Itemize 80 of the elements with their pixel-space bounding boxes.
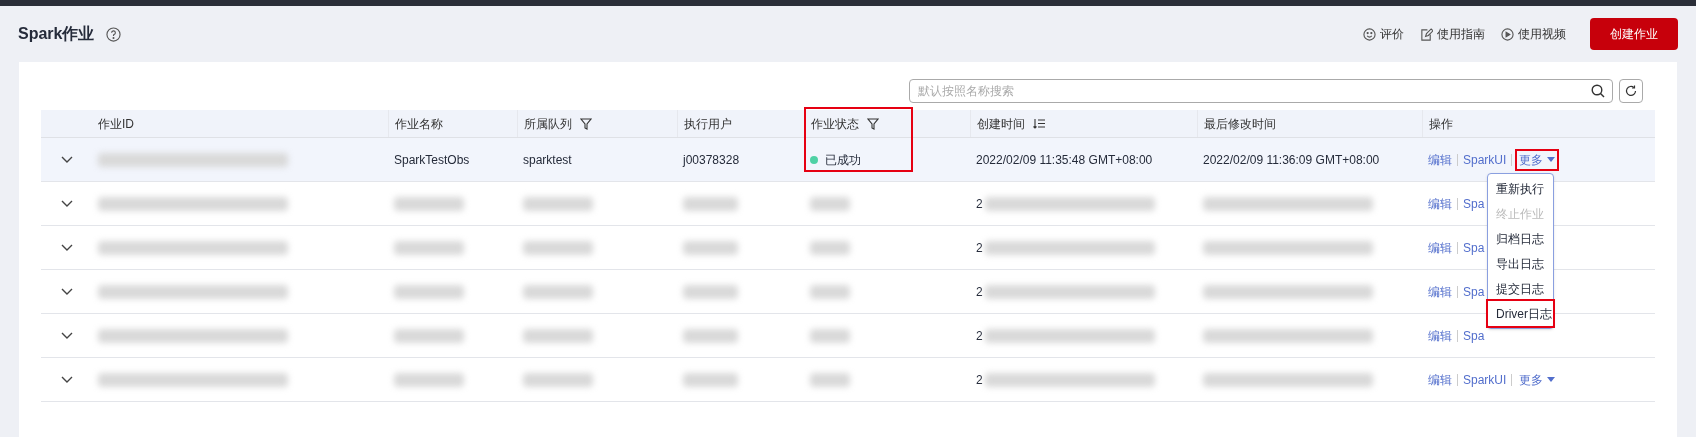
play-icon [1501,27,1514,41]
help-icon[interactable] [106,26,122,42]
table-cell-text: 2 [976,283,983,301]
blurred-text [810,372,850,387]
chevron-down-icon[interactable] [60,243,73,252]
blurred-text [523,328,593,343]
action-link[interactable]: SparkUI [1463,150,1507,169]
table-cell-text: 2 [976,195,983,213]
blurred-text [523,196,593,211]
caret-icon [1547,157,1556,162]
column-header: 作业ID [98,115,134,133]
filter-icon[interactable] [867,117,879,130]
blurred-text [810,196,850,211]
action-link[interactable]: Spa [1463,326,1485,345]
document-edit-icon [1420,27,1433,41]
chevron-down-icon[interactable] [60,331,73,340]
caret-icon [1547,377,1556,382]
action-link[interactable]: 编辑 [1428,238,1452,257]
column-header: 作业名称 [395,115,443,133]
table-row[interactable]: SparkTestObs sparktest j00378328 已成功 2022/02/09 11:35:48 GMT+08:00 2022/02/09 11:36:09 GMT+08:00 编辑 SparkUI 更多 [41,138,1655,182]
column-header: 创建时间 [977,115,1025,133]
chevron-down-icon[interactable] [60,287,73,296]
create-job-button[interactable]: 创建作业 [1590,18,1678,50]
action-link[interactable]: 编辑 [1428,194,1452,213]
blurred-text [683,284,738,299]
header-link[interactable]: 评价 [1363,25,1404,43]
table-cell-text: sparktest [522,151,573,169]
action-link[interactable]: 编辑 [1428,282,1452,301]
action-link[interactable]: Spa [1463,282,1485,301]
table-cell-text: 2 [976,327,983,345]
action-link[interactable]: 编辑 [1428,370,1452,389]
action-link[interactable]: 编辑 [1428,150,1452,169]
blurred-text [394,196,464,211]
blurred-text [394,240,464,255]
refresh-icon [1625,85,1637,97]
blurred-text [683,372,738,387]
table-cell-text: j00378328 [681,151,741,169]
blurred-text [683,240,738,255]
menu-item[interactable]: 归档日志 [1488,226,1553,251]
sort-icon[interactable] [1033,118,1045,129]
blurred-text [523,372,593,387]
blurred-text [810,284,850,299]
table-cell-text: 2 [976,239,983,257]
search-field[interactable]: 默认按照名称搜索 [909,79,1613,103]
action-link[interactable]: SparkUI [1463,370,1507,389]
blurred-text [394,284,464,299]
search-icon [1591,84,1605,98]
filter-icon[interactable] [580,117,592,130]
blurred-text [810,328,850,343]
blurred-text [683,328,738,343]
action-link[interactable]: Spa [1463,238,1485,257]
column-header: 所属队列 [524,115,572,133]
status-text: 已成功 [825,151,861,169]
smiley-icon [1363,27,1376,41]
chevron-down-icon[interactable] [60,199,73,208]
header-link[interactable]: 使用视频 [1501,25,1566,43]
table-cell-text: 2022/02/09 11:35:48 GMT+08:00 [975,151,1154,169]
action-link[interactable]: 编辑 [1428,326,1452,345]
blurred-text [394,328,464,343]
chevron-down-icon[interactable] [60,155,73,164]
page-title: Spark作业 [18,24,95,44]
header-link[interactable]: 使用指南 [1420,25,1485,43]
blurred-text [810,240,850,255]
blurred-text [394,372,464,387]
menu-item[interactable]: 提交日志 [1488,276,1553,301]
blurred-text [523,284,593,299]
chevron-down-icon[interactable] [60,375,73,384]
column-header: 操作 [1429,115,1453,133]
table-cell-text: 2 [976,371,983,389]
column-header: 作业状态 [811,115,859,133]
blurred-text [523,240,593,255]
table-cell-text: SparkTestObs [393,151,471,169]
blurred-text [683,196,738,211]
column-header: 执行用户 [684,115,732,133]
action-link[interactable]: Spa [1463,194,1485,213]
more-dropdown[interactable]: 更多 [1517,150,1558,169]
more-dropdown[interactable]: 更多 [1517,370,1558,389]
refresh-button[interactable] [1619,79,1643,103]
table-cell-text: 2022/02/09 11:36:09 GMT+08:00 [1202,151,1381,169]
column-header: 最后修改时间 [1204,115,1276,133]
